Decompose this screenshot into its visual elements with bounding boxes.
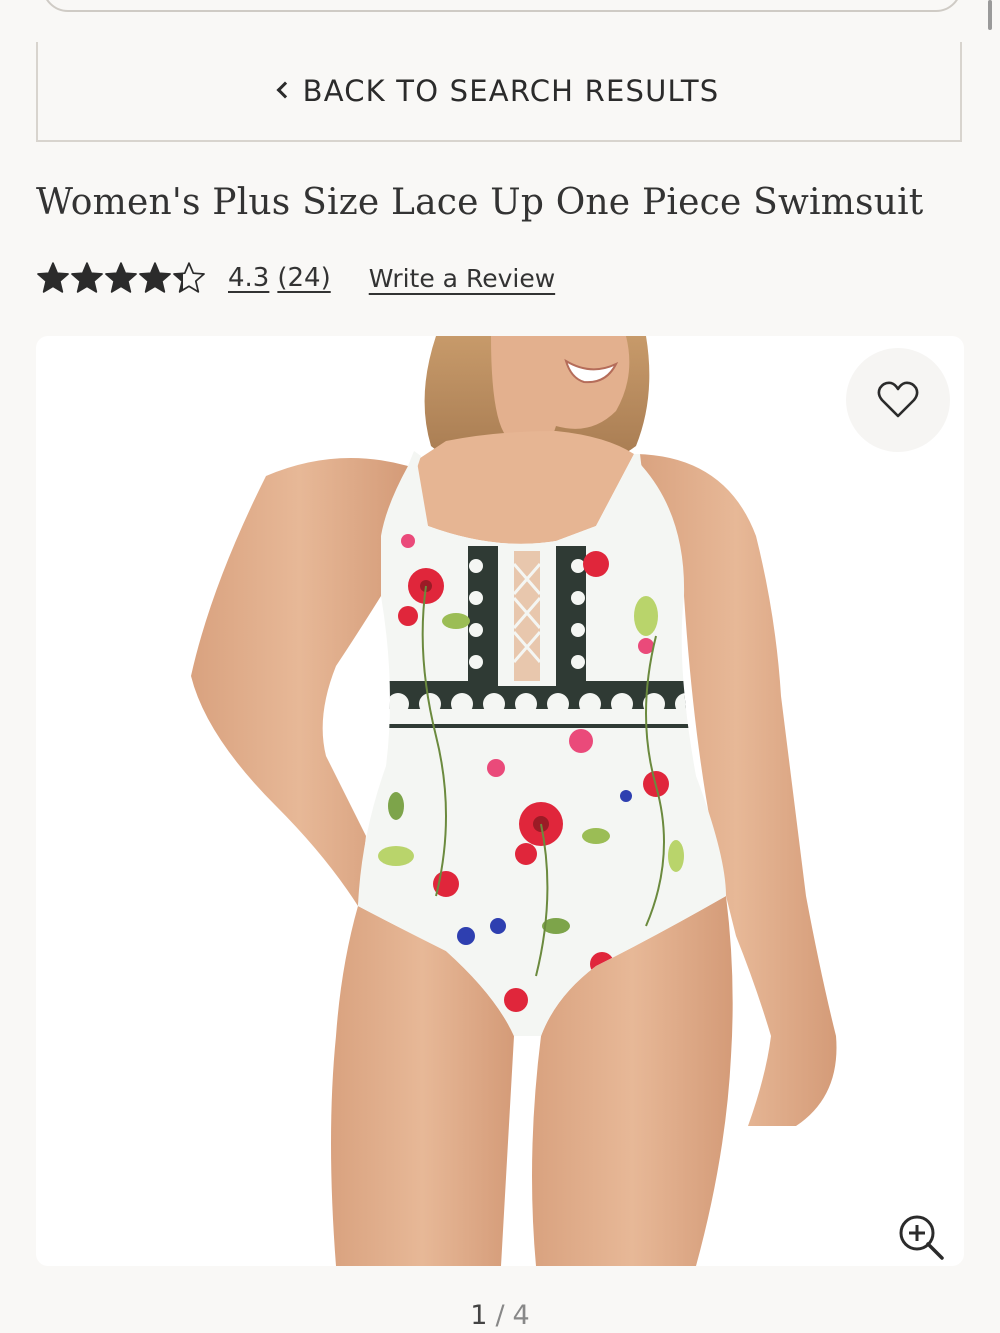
product-page: BACK TO SEARCH RESULTS Women's Plus Size… [0, 0, 1000, 1333]
rating-summary-link[interactable]: 4.3 (24) [228, 263, 331, 293]
pager-total: 4 [512, 1300, 530, 1331]
star-filled-icon [105, 262, 137, 293]
star-filled-icon [37, 262, 69, 293]
heart-outline-icon [877, 381, 919, 418]
rating-value: 4.3 [228, 263, 270, 293]
product-image-gallery[interactable] [36, 336, 964, 1266]
product-photo [191, 336, 837, 1266]
search-bar[interactable] [42, 0, 962, 12]
star-half-icon [173, 262, 205, 293]
star-filled-icon [71, 262, 103, 293]
favorite-button[interactable] [846, 348, 950, 452]
star-rating [36, 261, 206, 295]
zoom-button[interactable] [894, 1210, 950, 1266]
chevron-left-icon [276, 81, 294, 99]
gallery-pager: 1/4 [0, 1300, 1000, 1331]
back-button-label: BACK TO SEARCH RESULTS [302, 74, 720, 108]
back-to-search-button[interactable]: BACK TO SEARCH RESULTS [36, 42, 962, 142]
review-count: (24) [277, 263, 331, 293]
zoom-in-icon [899, 1215, 944, 1260]
pager-current: 1 [470, 1300, 488, 1331]
product-title: Women's Plus Size Lace Up One Piece Swim… [36, 182, 924, 223]
star-filled-icon [139, 262, 171, 293]
write-review-link[interactable]: Write a Review [369, 264, 555, 293]
rating-row: 4.3 (24) Write a Review [36, 256, 555, 300]
scrollbar[interactable] [988, 0, 992, 30]
pager-separator: / [495, 1300, 505, 1331]
